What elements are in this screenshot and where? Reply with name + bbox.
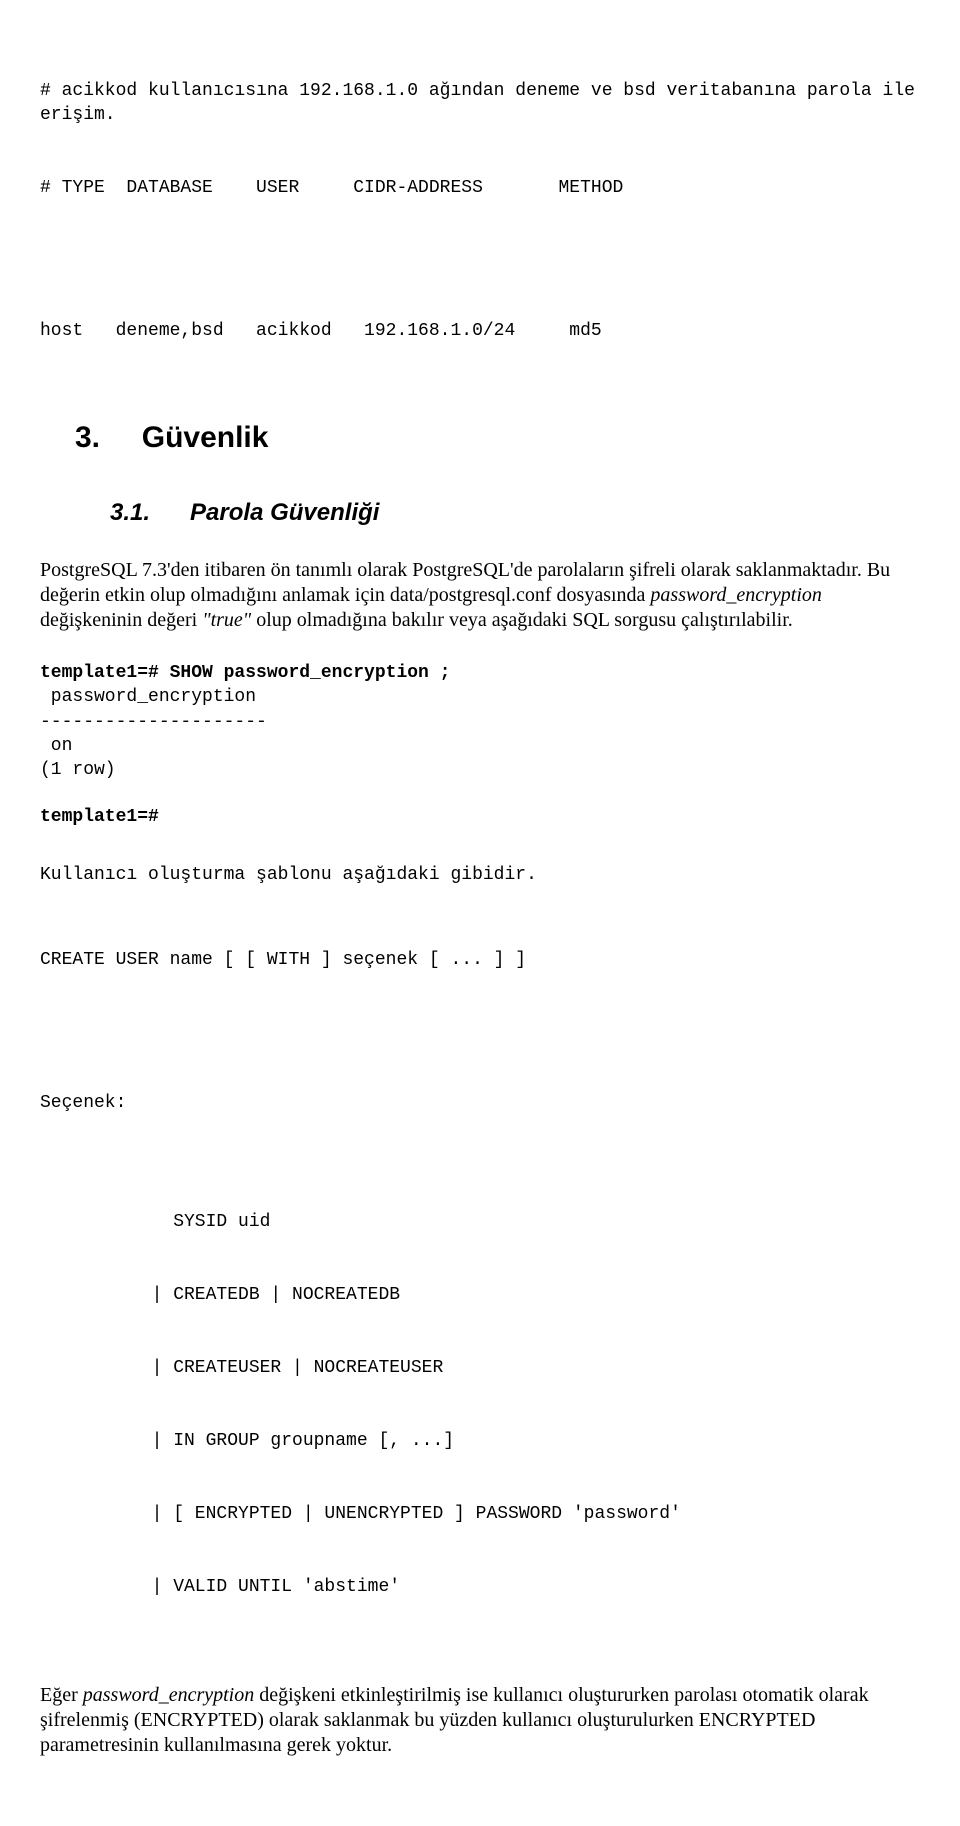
code-block-show: template1=# SHOW password_encryption ; p… (40, 661, 920, 829)
code-line: host deneme,bsd acikkod 192.168.1.0/24 m… (40, 319, 920, 343)
code-line: # TYPE DATABASE USER CIDR-ADDRESS METHOD (40, 176, 920, 200)
code-line: --------------------- (40, 710, 920, 734)
section-title: Güvenlik (142, 421, 269, 454)
text-run: olup olmadığına bakılır veya aşağıdaki S… (251, 609, 793, 631)
section-heading: 3. Güvenlik (75, 418, 920, 457)
code-line: on (40, 734, 920, 758)
text-run: değişkeninin değeri (40, 609, 202, 631)
section-number: 3. (75, 421, 100, 454)
text-run-italic: password_encryption (83, 1684, 254, 1706)
code-line: (1 row) (40, 758, 920, 782)
code-line: | CREATEUSER | NOCREATEUSER (130, 1356, 920, 1380)
code-line: | VALID UNTIL 'abstime' (130, 1575, 920, 1599)
code-line: # acikkod kullanıcısına 192.168.1.0 ağın… (40, 79, 920, 128)
paragraph-intro: PostgreSQL 7.3'den itibaren ön tanımlı o… (40, 558, 920, 633)
paragraph-footer: Eğer password_encryption değişkeni etkin… (40, 1683, 920, 1758)
subsection-number: 3.1. (110, 499, 150, 526)
code-line: template1=# (40, 805, 920, 829)
subsection-heading: 3.1. Parola Güvenliği (110, 497, 920, 528)
code-line: password_encryption (40, 685, 920, 709)
code-line: Seçenek: (40, 1091, 920, 1115)
subsection-title: Parola Güvenliği (190, 499, 379, 526)
paragraph-template: Kullanıcı oluşturma şablonu aşağıdaki gi… (40, 863, 920, 887)
text-run-italic: "true" (202, 609, 251, 631)
code-line: CREATE USER name [ [ WITH ] seçenek [ ..… (40, 948, 920, 972)
text-run-italic: password_encryption (650, 584, 821, 606)
text-run: Eğer (40, 1684, 83, 1706)
code-line: SYSID uid (130, 1210, 920, 1234)
code-line: | IN GROUP groupname [, ...] (130, 1429, 920, 1453)
code-block-hba: # acikkod kullanıcısına 192.168.1.0 ağın… (40, 30, 920, 368)
code-block-create-user: CREATE USER name [ [ WITH ] seçenek [ ..… (40, 899, 920, 1140)
code-line: | [ ENCRYPTED | UNENCRYPTED ] PASSWORD '… (130, 1502, 920, 1526)
code-line: template1=# SHOW password_encryption ; (40, 661, 920, 685)
code-block-options: SYSID uid | CREATEDB | NOCREATEDB | CREA… (130, 1162, 920, 1624)
code-line: | CREATEDB | NOCREATEDB (130, 1283, 920, 1307)
